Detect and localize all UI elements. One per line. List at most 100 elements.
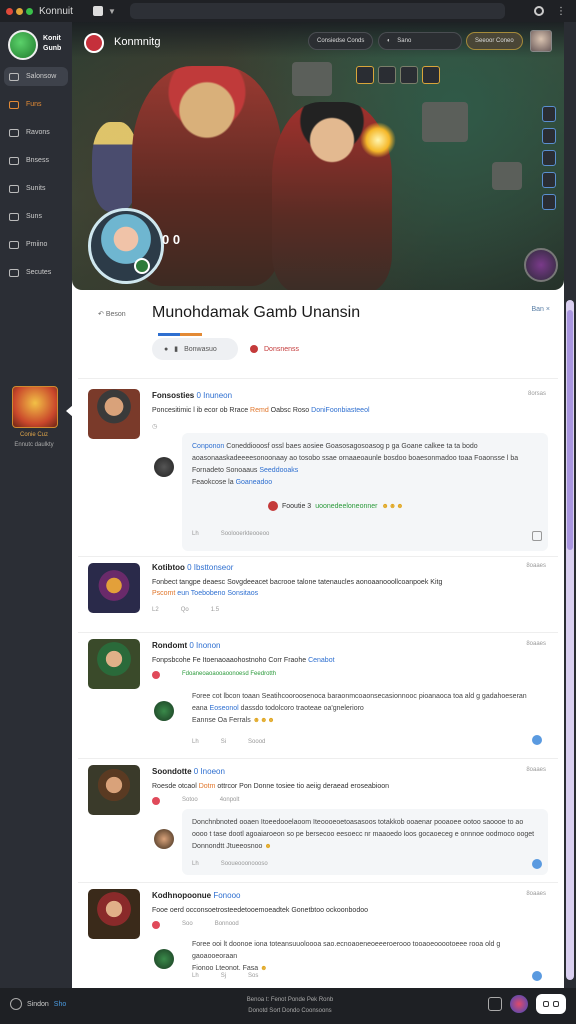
player-portrait[interactable]	[88, 208, 164, 284]
post-author[interactable]: Fonsosties 0 Inuneon	[152, 391, 232, 400]
comment-count[interactable]: Qo	[181, 607, 189, 613]
meta-text[interactable]: Lh	[192, 973, 199, 979]
meta-text[interactable]: Lh	[192, 861, 199, 867]
reply-link[interactable]: Conponon	[192, 443, 224, 450]
banner-pill-button[interactable]: Consiedse Conds	[308, 32, 374, 50]
meta-text: Fdoaneoaoaooaoonoesd Feedrotth	[182, 671, 277, 677]
reply-badge-icon[interactable]	[532, 859, 542, 869]
primary-action-button[interactable]: ● ▮ Bonwasuo	[152, 338, 238, 360]
post-link[interactable]: DoniFoonbiasteeol	[311, 407, 369, 414]
window-controls[interactable]	[0, 7, 33, 15]
clipboard-icon[interactable]	[488, 997, 502, 1011]
window-toggle-button[interactable]	[536, 994, 566, 1014]
share-count[interactable]: 1.5	[211, 607, 219, 613]
sidebar-item-0[interactable]: Salonsow	[4, 67, 68, 86]
heart-icon[interactable]	[152, 671, 160, 679]
reply-badge-icon[interactable]	[532, 971, 542, 981]
sidebar-item-3[interactable]: Bnsess	[4, 151, 68, 170]
meta-text[interactable]: Soo	[182, 921, 193, 929]
tab-title[interactable]: Konnuit	[39, 6, 81, 17]
meta-text[interactable]: 4onpolt	[220, 797, 240, 805]
hud-slot[interactable]	[378, 66, 396, 84]
post-avatar[interactable]	[88, 563, 140, 613]
post-avatar[interactable]	[88, 389, 140, 439]
bottom-status[interactable]: Sindon Sho	[10, 998, 66, 1010]
chevron-down-icon[interactable]: ▼	[108, 7, 116, 16]
profile-avatar[interactable]	[510, 995, 528, 1013]
address-bar[interactable]	[130, 3, 505, 19]
post-author[interactable]: Kotibtoo 0 Ibsttonseor	[152, 563, 233, 572]
post-item: Kodhnopoonue Fonooo 8oaaes Fooe oerd occ…	[78, 882, 558, 988]
meta-text[interactable]: Lh	[192, 739, 199, 745]
post-highlight[interactable]: Pscomt	[152, 590, 175, 597]
meta-text[interactable]: Lh	[192, 531, 199, 537]
sidebar-item-4[interactable]: Sunits	[4, 179, 68, 198]
reply-body: Conponon Coneddiooosf ossl baes aosiee G…	[192, 441, 540, 489]
sidebar-item-7[interactable]: Secutes	[4, 263, 68, 282]
skill-slot[interactable]	[542, 172, 556, 188]
action-label: Donsnenss	[264, 345, 300, 353]
close-link[interactable]: Ban ×	[532, 306, 551, 313]
scrollbar-thumb[interactable]	[567, 310, 573, 550]
reaction-link[interactable]: uoonedeeloneonner	[315, 503, 377, 510]
post-author[interactable]: Soondotte 0 Inoeon	[152, 767, 225, 776]
featured-character-card[interactable]	[12, 386, 58, 428]
reply-avatar[interactable]	[154, 457, 174, 477]
back-link[interactable]: ↶ Beson	[98, 310, 126, 318]
post-author[interactable]: Rondomt 0 Inonon	[152, 641, 220, 650]
sidebar-item-1[interactable]: Funs	[4, 95, 68, 114]
skill-slot[interactable]	[542, 128, 556, 144]
minimap-icon[interactable]	[524, 248, 558, 282]
meta-text[interactable]: Si	[221, 739, 226, 745]
meta-text[interactable]: Soolooerkteooeoo	[221, 531, 270, 537]
meta-text[interactable]: Sooueooonoooso	[221, 861, 268, 867]
page-title: Munohdamak Gamb Unansin	[152, 304, 361, 321]
reply-avatar[interactable]	[154, 701, 174, 721]
post-highlight[interactable]: Remd	[250, 407, 269, 414]
reply-badge-icon[interactable]	[532, 735, 542, 745]
meta-text[interactable]: Sotoo	[182, 797, 198, 805]
post-avatar[interactable]	[88, 765, 140, 815]
post-highlight[interactable]: Dotm	[199, 783, 216, 790]
sidebar-item-5[interactable]: Suns	[4, 207, 68, 226]
skill-slot[interactable]	[542, 194, 556, 210]
app-logo[interactable]	[8, 30, 38, 60]
meta-text[interactable]: Soood	[248, 739, 265, 745]
status-link[interactable]: Sho	[54, 1001, 66, 1008]
like-count[interactable]: L2	[152, 607, 159, 613]
heart-icon[interactable]	[152, 921, 160, 929]
meta-text[interactable]: Sj	[221, 973, 226, 979]
author-tag: 0 Inonon	[189, 641, 221, 650]
meta-text[interactable]: Sos	[248, 973, 258, 979]
game-logo-icon[interactable]	[84, 33, 104, 53]
user-avatar[interactable]	[530, 30, 552, 52]
heart-icon[interactable]	[152, 797, 160, 805]
close-window-dot[interactable]	[6, 7, 13, 15]
reply-link[interactable]: Goaneadoo	[236, 479, 273, 486]
search-pill[interactable]: ◐ Sano	[378, 32, 462, 50]
post-link[interactable]: eun Toebobeno Sonsitaos	[177, 590, 258, 597]
reply-avatar[interactable]	[154, 829, 174, 849]
secondary-action-button[interactable]: Donsnenss	[250, 338, 299, 360]
skill-slot[interactable]	[542, 106, 556, 122]
meta-text[interactable]: Bonnood	[215, 921, 239, 929]
reply-avatar[interactable]	[154, 949, 174, 969]
maximize-window-dot[interactable]	[26, 7, 33, 15]
post-avatar[interactable]	[88, 639, 140, 689]
post-author[interactable]: Kodhnopoonue Fonooo	[152, 891, 240, 900]
hud-slot[interactable]	[400, 66, 418, 84]
reply-link[interactable]: Seeddooaks	[259, 467, 298, 474]
sidebar-item-6[interactable]: Pmiino	[4, 235, 68, 254]
menu-dots-icon[interactable]: ⋮	[556, 6, 566, 17]
extension-icon[interactable]	[534, 6, 544, 16]
reply-link[interactable]: Eoseonol	[210, 705, 239, 712]
expand-icon[interactable]	[532, 531, 542, 541]
hud-slot[interactable]	[422, 66, 440, 84]
sidebar-item-2[interactable]: Ravons	[4, 123, 68, 142]
post-link[interactable]: Cenabot	[308, 657, 334, 664]
hud-slot[interactable]	[356, 66, 374, 84]
minimize-window-dot[interactable]	[16, 7, 23, 15]
post-avatar[interactable]	[88, 889, 140, 939]
currency-pill[interactable]: Seeoor Coneo	[466, 32, 523, 50]
skill-slot[interactable]	[542, 150, 556, 166]
